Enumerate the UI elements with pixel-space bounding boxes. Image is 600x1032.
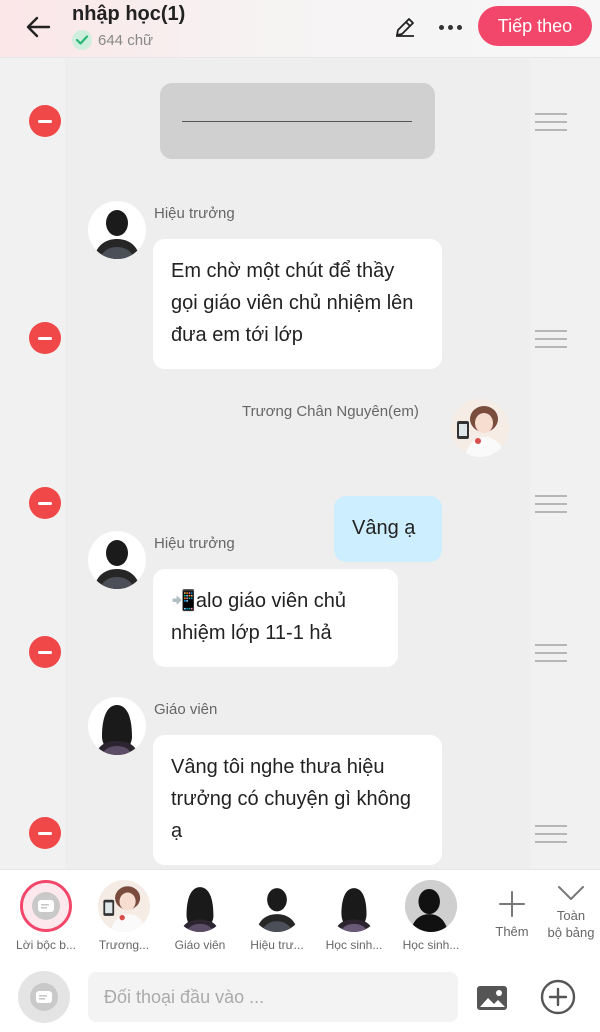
narration-toggle-icon[interactable] [18,971,70,1023]
character-label: Học sinh... [402,938,460,952]
character-label: Giáo viên [174,938,226,952]
narration-bubble[interactable] [160,83,435,159]
character-label: Hiệu trư... [250,938,304,952]
remove-icon[interactable] [29,487,61,519]
expand-label: Toàn [556,908,586,923]
drag-handle-icon[interactable] [535,495,567,513]
add-character-button[interactable]: Thêm [490,890,534,940]
narration-icon [20,880,72,932]
remove-icon[interactable] [29,322,61,354]
message-bubble[interactable]: 📲alo giáo viên chủ nhiệm lớp 11-1 hả [153,569,398,667]
teacher-avatar [88,697,146,755]
top-bar: nhập học(1) 644 chữ Tiếp theo [0,0,600,58]
remove-icon[interactable] [29,817,61,849]
drag-handle-icon[interactable] [535,825,567,843]
expand-label: bộ bảng [547,925,595,940]
image-icon[interactable] [475,983,509,1013]
character-student-1[interactable]: Học sinh... [322,880,386,952]
next-button[interactable]: Tiếp theo [478,6,592,46]
character-narration[interactable]: Lời bộc b... [14,880,78,952]
student-avatar [405,880,457,932]
drag-handle-icon[interactable] [535,330,567,348]
remove-icon[interactable] [29,636,61,668]
principal-avatar [88,201,146,259]
remove-icon[interactable] [29,105,61,137]
check-icon [72,30,92,50]
plus-icon [499,891,525,917]
add-circle-icon[interactable] [540,979,576,1015]
speaker-name: Trương Chân Nguyên(em) [242,403,419,420]
dialogue-input[interactable] [88,972,458,1022]
word-count-label: 644 chữ [98,31,154,49]
more-icon[interactable] [432,12,468,42]
player-avatar [451,399,509,457]
message-bubble[interactable]: Vâng tôi nghe thưa hiệu trưởng có chuyện… [153,735,442,865]
add-label: Thêm [495,924,529,939]
story-title: nhập học(1) [72,3,186,25]
chevron-down-icon [558,886,584,900]
student-avatar [328,880,380,932]
drag-handle-icon[interactable] [535,113,567,131]
expand-all-button[interactable]: Toàn bộ bảng [543,884,599,941]
player-avatar [98,880,150,932]
character-label: Trương... [98,938,150,952]
speaker-name: Giáo viên [154,701,218,718]
drag-handle-icon[interactable] [535,644,567,662]
character-principal[interactable]: Hiệu trư... [245,880,309,952]
principal-avatar [251,880,303,932]
character-bar: Lời bộc b... Trương... Giáo viên Hiệu tr… [0,869,600,961]
character-player[interactable]: Trương... [92,880,156,952]
back-arrow-icon[interactable] [22,12,54,42]
message-bubble[interactable]: Vâng ạ [334,496,442,562]
word-count: 644 chữ [72,30,153,50]
character-student-2[interactable]: Học sinh... [399,880,463,952]
pencil-icon[interactable] [390,12,420,42]
teacher-avatar [174,880,226,932]
principal-avatar [88,531,146,589]
character-label: Học sinh... [325,938,383,952]
message-bubble[interactable]: Em chờ một chút để thầy gọi giáo viên ch… [153,239,442,369]
speaker-name: Hiệu trưởng [154,205,235,222]
input-bar [0,961,600,1032]
speaker-name: Hiệu trưởng [154,535,235,552]
dialogue-list[interactable]: Hiệu trưởng Em chờ một chút để thầy gọi … [0,59,600,869]
character-teacher[interactable]: Giáo viên [168,880,232,952]
character-label: Lời bộc b... [16,938,76,952]
